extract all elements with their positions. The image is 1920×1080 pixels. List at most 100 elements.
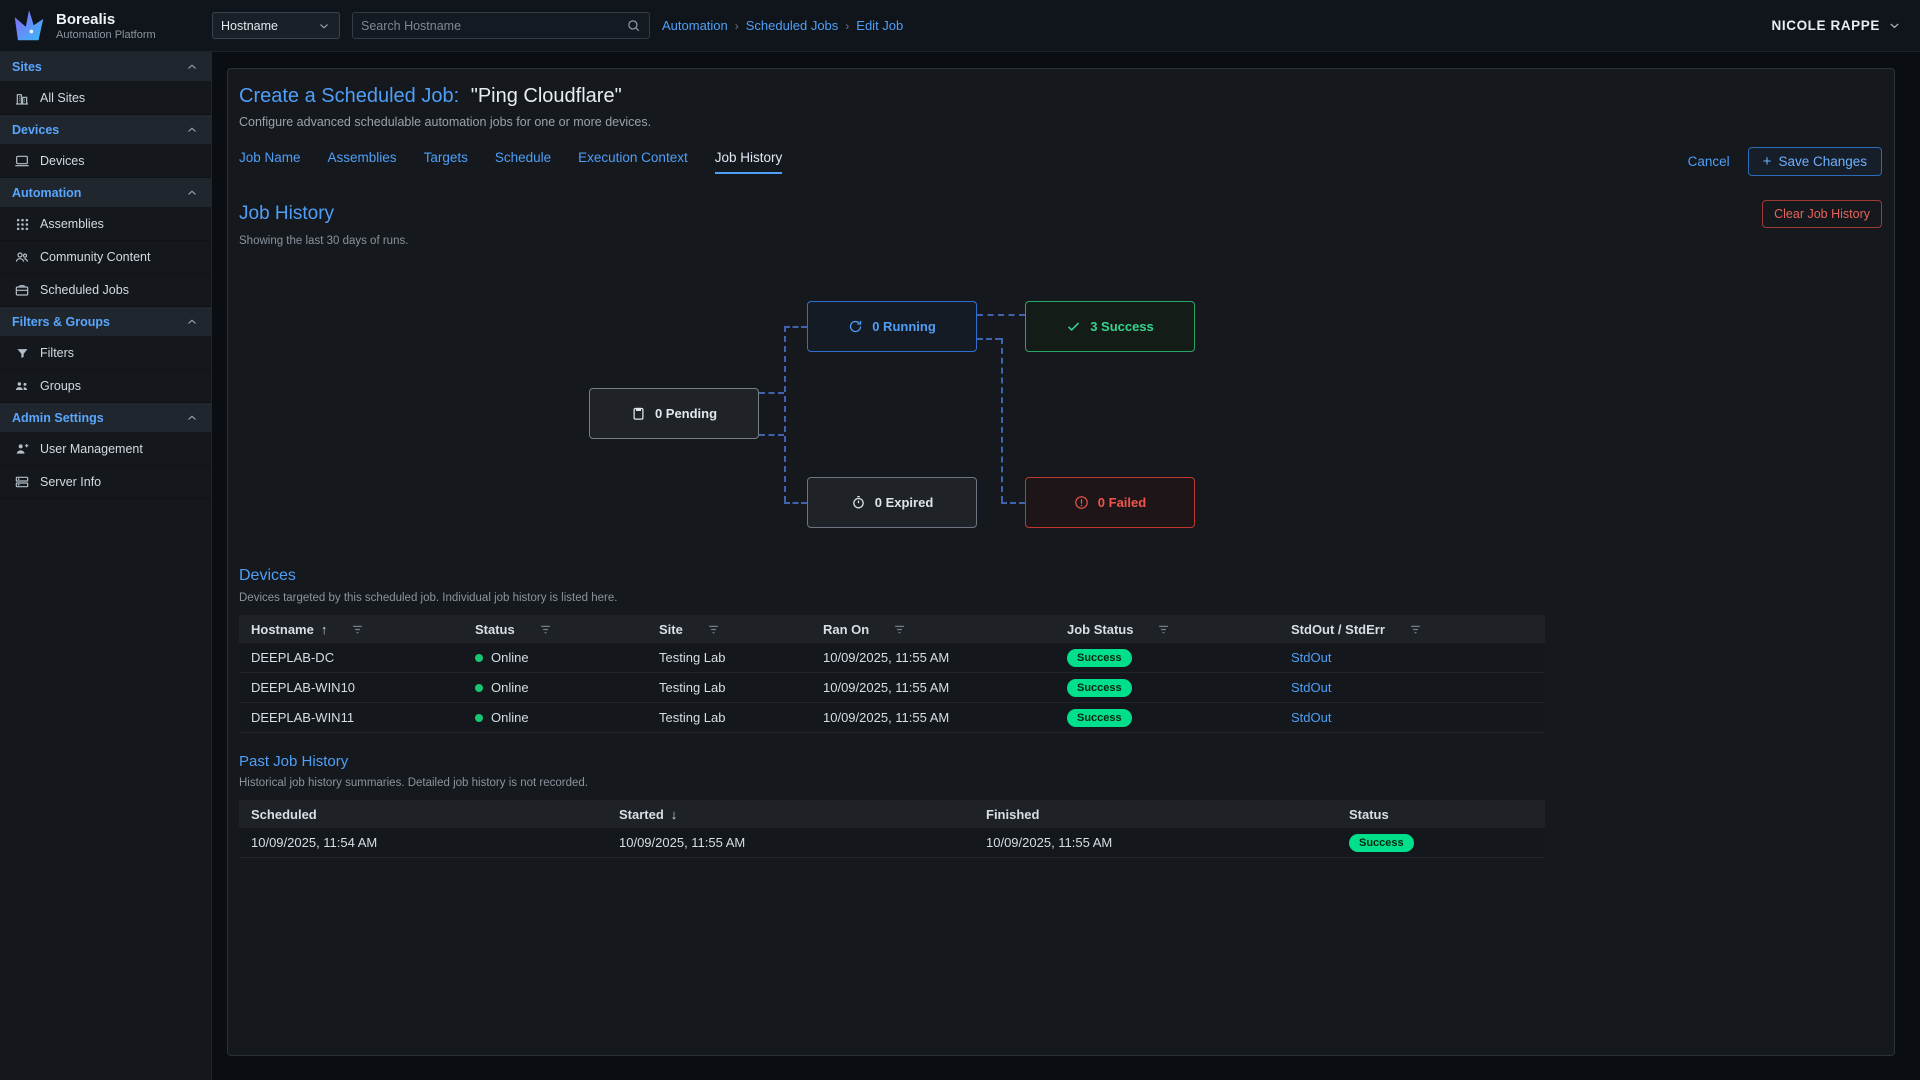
column-header-hostname[interactable]: Hostname ↑ [239, 622, 463, 637]
breadcrumb-edit-job[interactable]: Edit Job [856, 18, 903, 33]
community-content-icon [14, 249, 30, 265]
column-header-finished[interactable]: Finished [974, 807, 1337, 822]
pending-status-box: 0 Pending [589, 388, 759, 439]
tab-assemblies[interactable]: Assemblies [328, 150, 397, 174]
ran-on-cell: 10/09/2025, 11:55 AM [811, 680, 1055, 695]
sidebar-item-assemblies[interactable]: Assemblies [0, 208, 211, 241]
brand-name: Borealis [56, 11, 156, 28]
tab-job-name[interactable]: Job Name [239, 150, 301, 174]
column-header-status[interactable]: Status [1337, 807, 1545, 822]
sort-desc-icon: ↓ [671, 807, 678, 822]
job-status-cell: Success [1055, 649, 1279, 667]
stdout-link[interactable]: StdOut [1291, 650, 1331, 665]
sidebar-section-devices[interactable]: Devices [0, 115, 211, 145]
search-input[interactable] [361, 19, 626, 33]
column-header-status[interactable]: Status [463, 622, 647, 637]
filter-icon[interactable] [892, 622, 907, 637]
sidebar-item-community-content[interactable]: Community Content [0, 241, 211, 274]
section-label: Automation [12, 186, 81, 200]
search-icon[interactable] [626, 18, 641, 33]
sidebar-item-all-sites[interactable]: All Sites [0, 82, 211, 115]
success-count-label: 3 Success [1090, 319, 1154, 334]
status-badge: Success [1067, 709, 1132, 727]
column-header-stdout-stderr[interactable]: StdOut / StdErr [1279, 622, 1545, 637]
all-sites-icon [14, 90, 30, 106]
table-row: DEEPLAB-WIN11 Online Testing Lab 10/09/2… [239, 703, 1545, 733]
server-info-icon [14, 474, 30, 490]
column-header-ran-on[interactable]: Ran On [811, 622, 1055, 637]
brand-subtitle: Automation Platform [56, 29, 156, 41]
job-history-subtext: Showing the last 30 days of runs. [239, 235, 1882, 247]
sidebar-item-label: Scheduled Jobs [40, 283, 129, 297]
sidebar-section-filters-groups[interactable]: Filters & Groups [0, 307, 211, 337]
save-changes-button[interactable]: + Save Changes [1748, 147, 1882, 176]
finished-cell: 10/09/2025, 11:55 AM [974, 835, 1337, 850]
timer-icon [851, 495, 866, 510]
filter-icon[interactable] [538, 622, 553, 637]
site-cell: Testing Lab [647, 650, 811, 665]
sidebar-section-admin-settings[interactable]: Admin Settings [0, 403, 211, 433]
sidebar-item-user-management[interactable]: User Management [0, 433, 211, 466]
sidebar-item-groups[interactable]: Groups [0, 370, 211, 403]
breadcrumb-automation[interactable]: Automation [662, 18, 728, 33]
user-menu[interactable]: NICOLE RAPPE [1772, 18, 1902, 33]
section-label: Filters & Groups [12, 315, 110, 329]
chevron-up-icon [185, 411, 199, 425]
tab-execution-context[interactable]: Execution Context [578, 150, 688, 174]
column-header-site[interactable]: Site [647, 622, 811, 637]
tab-job-history[interactable]: Job History [715, 150, 783, 174]
table-row: 10/09/2025, 11:54 AM 10/09/2025, 11:55 A… [239, 828, 1545, 858]
tab-targets[interactable]: Targets [424, 150, 468, 174]
job-history-heading: Job History [239, 203, 334, 225]
status-cell: Success [1337, 834, 1545, 852]
breadcrumb-separator: › [728, 19, 746, 33]
online-dot-icon [475, 684, 483, 692]
filters-icon [14, 346, 30, 361]
stdout-link[interactable]: StdOut [1291, 710, 1331, 725]
site-cell: Testing Lab [647, 680, 811, 695]
cancel-button[interactable]: Cancel [1688, 154, 1730, 169]
filter-icon[interactable] [706, 622, 721, 637]
devices-heading: Devices [239, 567, 1882, 585]
sidebar-section-automation[interactable]: Automation [0, 178, 211, 208]
clear-job-history-button[interactable]: Clear Job History [1762, 200, 1882, 228]
sidebar-section-sites[interactable]: Sites [0, 52, 211, 82]
column-header-scheduled[interactable]: Scheduled [239, 807, 607, 822]
user-name: NICOLE RAPPE [1772, 18, 1880, 33]
filter-icon[interactable] [1408, 622, 1423, 637]
hostname-select[interactable]: Hostname [212, 12, 340, 39]
groups-icon [14, 378, 30, 394]
sidebar-item-server-info[interactable]: Server Info [0, 466, 211, 499]
sidebar-item-label: User Management [40, 442, 143, 456]
ran-on-cell: 10/09/2025, 11:55 AM [811, 710, 1055, 725]
filter-icon[interactable] [350, 622, 365, 637]
error-icon [1074, 495, 1089, 510]
connector-line [784, 326, 807, 328]
job-status-flow-diagram: 0 Pending 0 Running 3 Success [239, 261, 1882, 553]
sidebar-item-devices[interactable]: Devices [0, 145, 211, 178]
site-cell: Testing Lab [647, 710, 811, 725]
ran-on-cell: 10/09/2025, 11:55 AM [811, 650, 1055, 665]
past-job-history-heading: Past Job History [239, 753, 1882, 770]
connector-line [784, 502, 807, 504]
connector-line [977, 314, 1025, 316]
tab-schedule[interactable]: Schedule [495, 150, 551, 174]
filter-icon[interactable] [1156, 622, 1171, 637]
stdout-cell: StdOut [1279, 680, 1545, 695]
failed-status-box: 0 Failed [1025, 477, 1195, 528]
chevron-down-icon [317, 19, 331, 33]
breadcrumb-scheduled-jobs[interactable]: Scheduled Jobs [746, 18, 839, 33]
sync-icon [848, 319, 863, 334]
sidebar-item-scheduled-jobs[interactable]: Scheduled Jobs [0, 274, 211, 307]
hostname-cell: DEEPLAB-WIN11 [239, 710, 463, 725]
sidebar-item-filters[interactable]: Filters [0, 337, 211, 370]
chevron-up-icon [185, 123, 199, 137]
stdout-link[interactable]: StdOut [1291, 680, 1331, 695]
expired-count-label: 0 Expired [875, 495, 934, 510]
hostname-cell: DEEPLAB-WIN10 [239, 680, 463, 695]
breadcrumb-separator: › [838, 19, 856, 33]
column-header-job-status[interactable]: Job Status [1055, 622, 1279, 637]
devices-subtext: Devices targeted by this scheduled job. … [239, 592, 1882, 604]
status-cell: Online [463, 710, 647, 725]
column-header-started[interactable]: Started ↓ [607, 807, 974, 822]
